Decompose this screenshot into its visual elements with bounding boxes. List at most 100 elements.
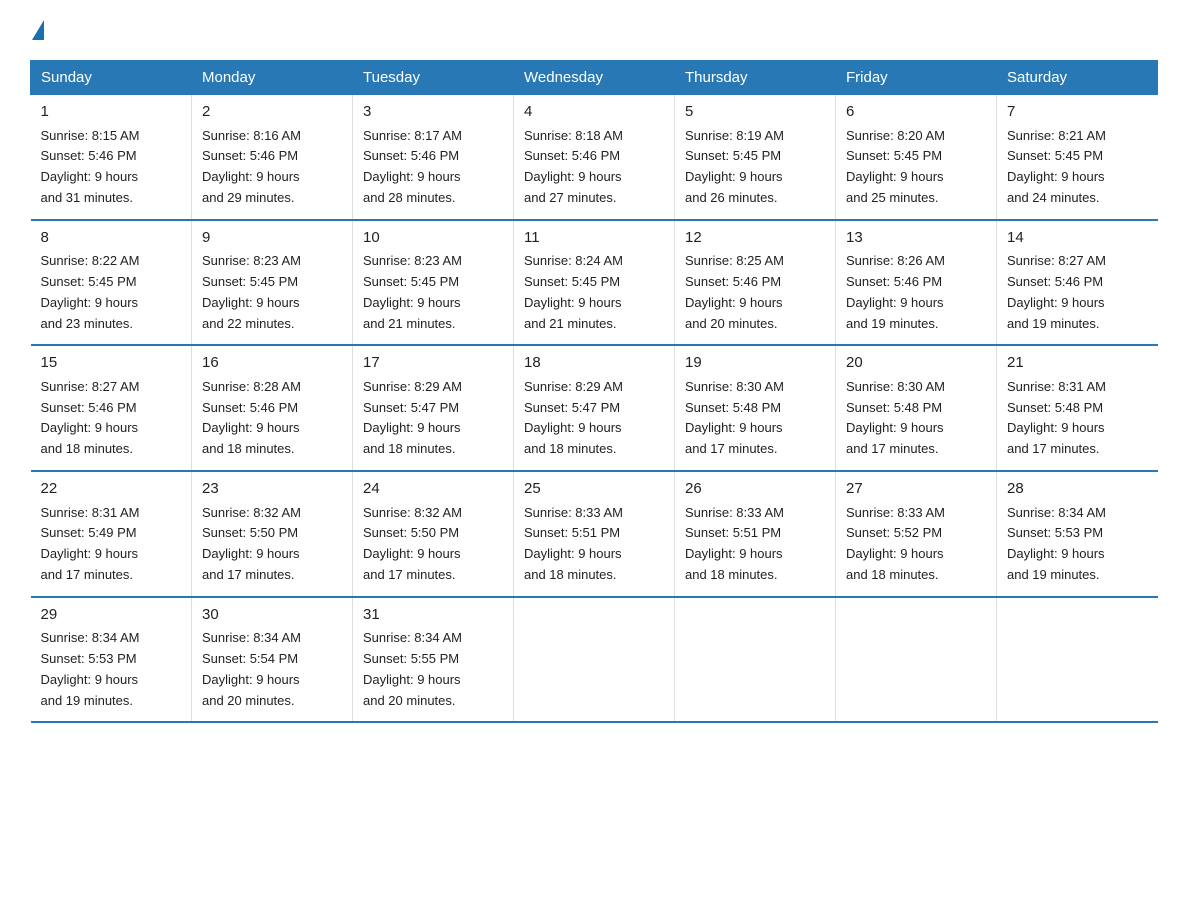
day-info: Sunrise: 8:16 AMSunset: 5:46 PMDaylight:… (202, 128, 301, 205)
day-info: Sunrise: 8:33 AMSunset: 5:51 PMDaylight:… (685, 505, 784, 582)
calendar-cell: 26 Sunrise: 8:33 AMSunset: 5:51 PMDayligh… (675, 471, 836, 597)
logo-triangle-icon (32, 20, 44, 40)
day-info: Sunrise: 8:29 AMSunset: 5:47 PMDaylight:… (363, 379, 462, 456)
day-number: 4 (524, 101, 664, 124)
calendar-cell: 14Sunrise: 8:27 AMSunset: 5:46 PMDayligh… (997, 220, 1158, 346)
week-row-2: 8 Sunrise: 8:22 AMSunset: 5:45 PMDaylight… (31, 220, 1158, 346)
calendar-cell: 6 Sunrise: 8:20 AMSunset: 5:45 PMDaylight… (836, 95, 997, 220)
calendar-cell: 16Sunrise: 8:28 AMSunset: 5:46 PMDayligh… (192, 345, 353, 471)
week-row-5: 29 Sunrise: 8:34 AMSunset: 5:53 PMDayligh… (31, 597, 1158, 723)
day-info: Sunrise: 8:31 AMSunset: 5:49 PMDaylight:… (41, 505, 140, 582)
calendar-cell (675, 597, 836, 723)
header-thursday: Thursday (675, 61, 836, 95)
header (30, 20, 1158, 40)
day-number: 7 (1007, 101, 1148, 124)
day-number: 21 (1007, 352, 1148, 375)
day-number: 19 (685, 352, 825, 375)
day-info: Sunrise: 8:34 AMSunset: 5:53 PMDaylight:… (41, 630, 140, 707)
day-number: 15 (41, 352, 182, 375)
day-info: Sunrise: 8:20 AMSunset: 5:45 PMDaylight:… (846, 128, 945, 205)
calendar-cell: 9 Sunrise: 8:23 AMSunset: 5:45 PMDaylight… (192, 220, 353, 346)
week-row-3: 15 Sunrise: 8:27 AMSunset: 5:46 PMDayligh… (31, 345, 1158, 471)
day-info: Sunrise: 8:34 AMSunset: 5:53 PMDaylight:… (1007, 505, 1106, 582)
week-row-4: 22 Sunrise: 8:31 AMSunset: 5:49 PMDayligh… (31, 471, 1158, 597)
calendar-cell: 29 Sunrise: 8:34 AMSunset: 5:53 PMDayligh… (31, 597, 192, 723)
day-number: 9 (202, 227, 342, 250)
day-info: Sunrise: 8:19 AMSunset: 5:45 PMDaylight:… (685, 128, 784, 205)
day-info: Sunrise: 8:34 AMSunset: 5:54 PMDaylight:… (202, 630, 301, 707)
day-info: Sunrise: 8:25 AMSunset: 5:46 PMDaylight:… (685, 253, 784, 330)
calendar-cell: 3Sunrise: 8:17 AMSunset: 5:46 PMDaylight… (353, 95, 514, 220)
day-info: Sunrise: 8:26 AMSunset: 5:46 PMDaylight:… (846, 253, 945, 330)
day-number: 14 (1007, 227, 1148, 250)
calendar-cell: 4 Sunrise: 8:18 AMSunset: 5:46 PMDaylight… (514, 95, 675, 220)
calendar-cell: 1 Sunrise: 8:15 AMSunset: 5:46 PMDaylight… (31, 95, 192, 220)
day-number: 2 (202, 101, 342, 124)
day-number: 6 (846, 101, 986, 124)
calendar-cell: 30 Sunrise: 8:34 AMSunset: 5:54 PMDayligh… (192, 597, 353, 723)
day-info: Sunrise: 8:33 AMSunset: 5:51 PMDaylight:… (524, 505, 623, 582)
day-number: 23 (202, 478, 342, 501)
day-info: Sunrise: 8:22 AMSunset: 5:45 PMDaylight:… (41, 253, 140, 330)
day-number: 22 (41, 478, 182, 501)
day-info: Sunrise: 8:15 AMSunset: 5:46 PMDaylight:… (41, 128, 140, 205)
day-number: 13 (846, 227, 986, 250)
calendar-cell: 21 Sunrise: 8:31 AMSunset: 5:48 PMDayligh… (997, 345, 1158, 471)
day-number: 29 (41, 604, 182, 627)
calendar-cell: 25 Sunrise: 8:33 AMSunset: 5:51 PMDayligh… (514, 471, 675, 597)
calendar-cell: 20 Sunrise: 8:30 AMSunset: 5:48 PMDayligh… (836, 345, 997, 471)
day-number: 20 (846, 352, 986, 375)
calendar-cell: 24 Sunrise: 8:32 AMSunset: 5:50 PMDayligh… (353, 471, 514, 597)
calendar-header-row: SundayMondayTuesdayWednesdayThursdayFrid… (31, 61, 1158, 95)
calendar-cell: 5 Sunrise: 8:19 AMSunset: 5:45 PMDaylight… (675, 95, 836, 220)
calendar-cell: 19 Sunrise: 8:30 AMSunset: 5:48 PMDayligh… (675, 345, 836, 471)
day-info: Sunrise: 8:23 AMSunset: 5:45 PMDaylight:… (202, 253, 301, 330)
calendar-cell: 7 Sunrise: 8:21 AMSunset: 5:45 PMDaylight… (997, 95, 1158, 220)
day-number: 25 (524, 478, 664, 501)
day-info: Sunrise: 8:30 AMSunset: 5:48 PMDaylight:… (685, 379, 784, 456)
day-number: 27 (846, 478, 986, 501)
header-friday: Friday (836, 61, 997, 95)
calendar-cell: 8 Sunrise: 8:22 AMSunset: 5:45 PMDaylight… (31, 220, 192, 346)
day-info: Sunrise: 8:21 AMSunset: 5:45 PMDaylight:… (1007, 128, 1106, 205)
day-info: Sunrise: 8:33 AMSunset: 5:52 PMDaylight:… (846, 505, 945, 582)
day-number: 11 (524, 227, 664, 250)
day-number: 12 (685, 227, 825, 250)
day-number: 28 (1007, 478, 1148, 501)
day-number: 24 (363, 478, 503, 501)
calendar-cell: 28 Sunrise: 8:34 AMSunset: 5:53 PMDayligh… (997, 471, 1158, 597)
day-number: 26 (685, 478, 825, 501)
day-number: 30 (202, 604, 342, 627)
day-number: 1 (41, 101, 182, 124)
day-number: 10 (363, 227, 503, 250)
day-info: Sunrise: 8:31 AMSunset: 5:48 PMDaylight:… (1007, 379, 1106, 456)
calendar-cell: 10 Sunrise: 8:23 AMSunset: 5:45 PMDayligh… (353, 220, 514, 346)
day-info: Sunrise: 8:32 AMSunset: 5:50 PMDaylight:… (363, 505, 462, 582)
calendar-cell: 11Sunrise: 8:24 AMSunset: 5:45 PMDayligh… (514, 220, 675, 346)
header-monday: Monday (192, 61, 353, 95)
day-info: Sunrise: 8:27 AMSunset: 5:46 PMDaylight:… (41, 379, 140, 456)
day-info: Sunrise: 8:32 AMSunset: 5:50 PMDaylight:… (202, 505, 301, 582)
calendar-cell: 18Sunrise: 8:29 AMSunset: 5:47 PMDayligh… (514, 345, 675, 471)
day-info: Sunrise: 8:30 AMSunset: 5:48 PMDaylight:… (846, 379, 945, 456)
header-tuesday: Tuesday (353, 61, 514, 95)
day-info: Sunrise: 8:34 AMSunset: 5:55 PMDaylight:… (363, 630, 462, 707)
header-wednesday: Wednesday (514, 61, 675, 95)
calendar-cell (997, 597, 1158, 723)
header-saturday: Saturday (997, 61, 1158, 95)
week-row-1: 1 Sunrise: 8:15 AMSunset: 5:46 PMDaylight… (31, 95, 1158, 220)
calendar-cell: 15 Sunrise: 8:27 AMSunset: 5:46 PMDayligh… (31, 345, 192, 471)
logo (30, 20, 44, 40)
day-info: Sunrise: 8:23 AMSunset: 5:45 PMDaylight:… (363, 253, 462, 330)
day-number: 5 (685, 101, 825, 124)
calendar-cell: 13 Sunrise: 8:26 AMSunset: 5:46 PMDayligh… (836, 220, 997, 346)
day-number: 8 (41, 227, 182, 250)
header-sunday: Sunday (31, 61, 192, 95)
calendar-table: SundayMondayTuesdayWednesdayThursdayFrid… (30, 60, 1158, 723)
calendar-cell: 31 Sunrise: 8:34 AMSunset: 5:55 PMDayligh… (353, 597, 514, 723)
day-number: 31 (363, 604, 503, 627)
day-number: 18 (524, 352, 664, 375)
day-info: Sunrise: 8:18 AMSunset: 5:46 PMDaylight:… (524, 128, 623, 205)
calendar-cell: 27 Sunrise: 8:33 AMSunset: 5:52 PMDayligh… (836, 471, 997, 597)
calendar-cell (836, 597, 997, 723)
